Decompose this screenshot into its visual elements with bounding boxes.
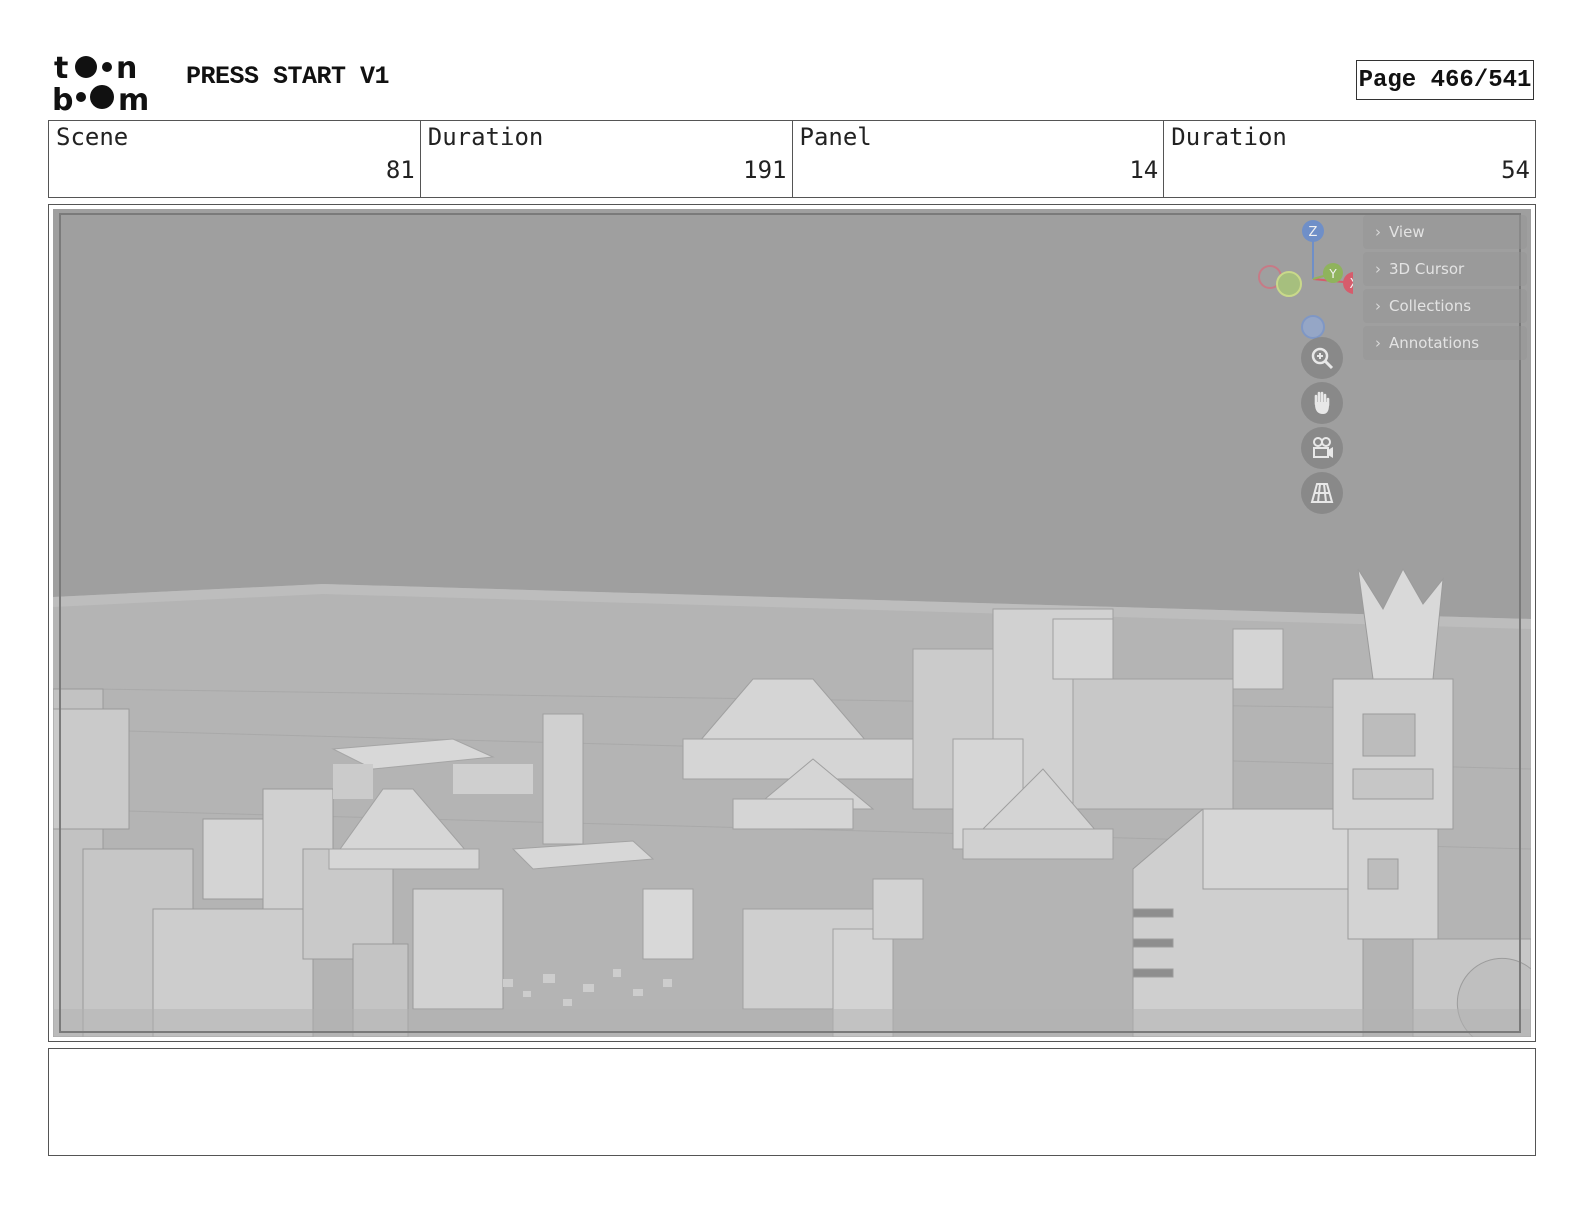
- chevron-right-icon: ›: [1375, 334, 1381, 352]
- zoom-button[interactable]: [1301, 337, 1343, 379]
- chevron-right-icon: ›: [1375, 260, 1381, 278]
- panel-notes-box[interactable]: [48, 1048, 1536, 1156]
- panel-info-table: Scene 81 Duration 191 Panel 14 Duration …: [48, 120, 1536, 198]
- svg-text:m: m: [118, 83, 149, 112]
- panel-duration-value: 54: [1501, 156, 1530, 184]
- sidebar-item-label: View: [1389, 223, 1425, 241]
- panel-duration-label: Duration: [1171, 123, 1287, 151]
- svg-text:b: b: [52, 83, 73, 112]
- panel-image-frame: Z Y X: [48, 204, 1536, 1042]
- perspective-grid-icon: [1310, 483, 1334, 503]
- sidebar-tabs: › View › 3D Cursor › Collections › Annotatio…: [1363, 215, 1527, 363]
- page-indicator: Page 466/541: [1356, 60, 1534, 100]
- gizmo-z-label: Z: [1309, 225, 1318, 240]
- sidebar-item-label: 3D Cursor: [1389, 260, 1465, 278]
- sidebar-item-annotations[interactable]: › Annotations: [1363, 326, 1527, 360]
- perspective-toggle-button[interactable]: [1301, 472, 1343, 514]
- axis-navigation-gizmo[interactable]: Z Y X: [1223, 217, 1353, 347]
- scene-duration-value: 191: [743, 156, 787, 184]
- camera-icon: [1313, 437, 1333, 458]
- sidebar-item-label: Collections: [1389, 297, 1472, 315]
- panel-label: Panel: [799, 123, 872, 151]
- scene-cell: Scene 81: [49, 121, 421, 197]
- pan-button[interactable]: [1301, 382, 1343, 424]
- svg-text:t: t: [54, 51, 68, 86]
- chevron-right-icon: ›: [1375, 297, 1381, 315]
- scene-value: 81: [385, 156, 415, 184]
- 3d-viewport[interactable]: Z Y X: [53, 209, 1531, 1037]
- sidebar-item-label: Annotations: [1389, 334, 1480, 352]
- scene-duration-cell: Duration 191: [421, 121, 793, 197]
- scene-duration-label: Duration: [427, 123, 544, 151]
- pan-hand-icon: [1314, 391, 1330, 414]
- panel-value: 14: [1129, 156, 1159, 184]
- gizmo-y-label: Y: [1328, 267, 1337, 281]
- sidebar-item-collections[interactable]: › Collections: [1363, 289, 1527, 323]
- gizmo-x-label: X: [1350, 277, 1353, 292]
- camera-view-button[interactable]: [1301, 427, 1343, 469]
- toon-boom-logo: t n b m: [52, 51, 149, 112]
- sidebar-item-3d-cursor[interactable]: › 3D Cursor: [1363, 252, 1527, 286]
- sidebar-item-view[interactable]: › View: [1363, 215, 1527, 249]
- chevron-right-icon: ›: [1375, 223, 1381, 241]
- panel-duration-cell: Duration 54: [1164, 121, 1535, 197]
- panel-cell: Panel 14: [793, 121, 1165, 197]
- zoom-icon: [1311, 347, 1334, 370]
- scene-label: Scene: [56, 123, 129, 151]
- svg-text:n: n: [116, 51, 137, 86]
- document-title: PRESS START V1: [186, 62, 390, 91]
